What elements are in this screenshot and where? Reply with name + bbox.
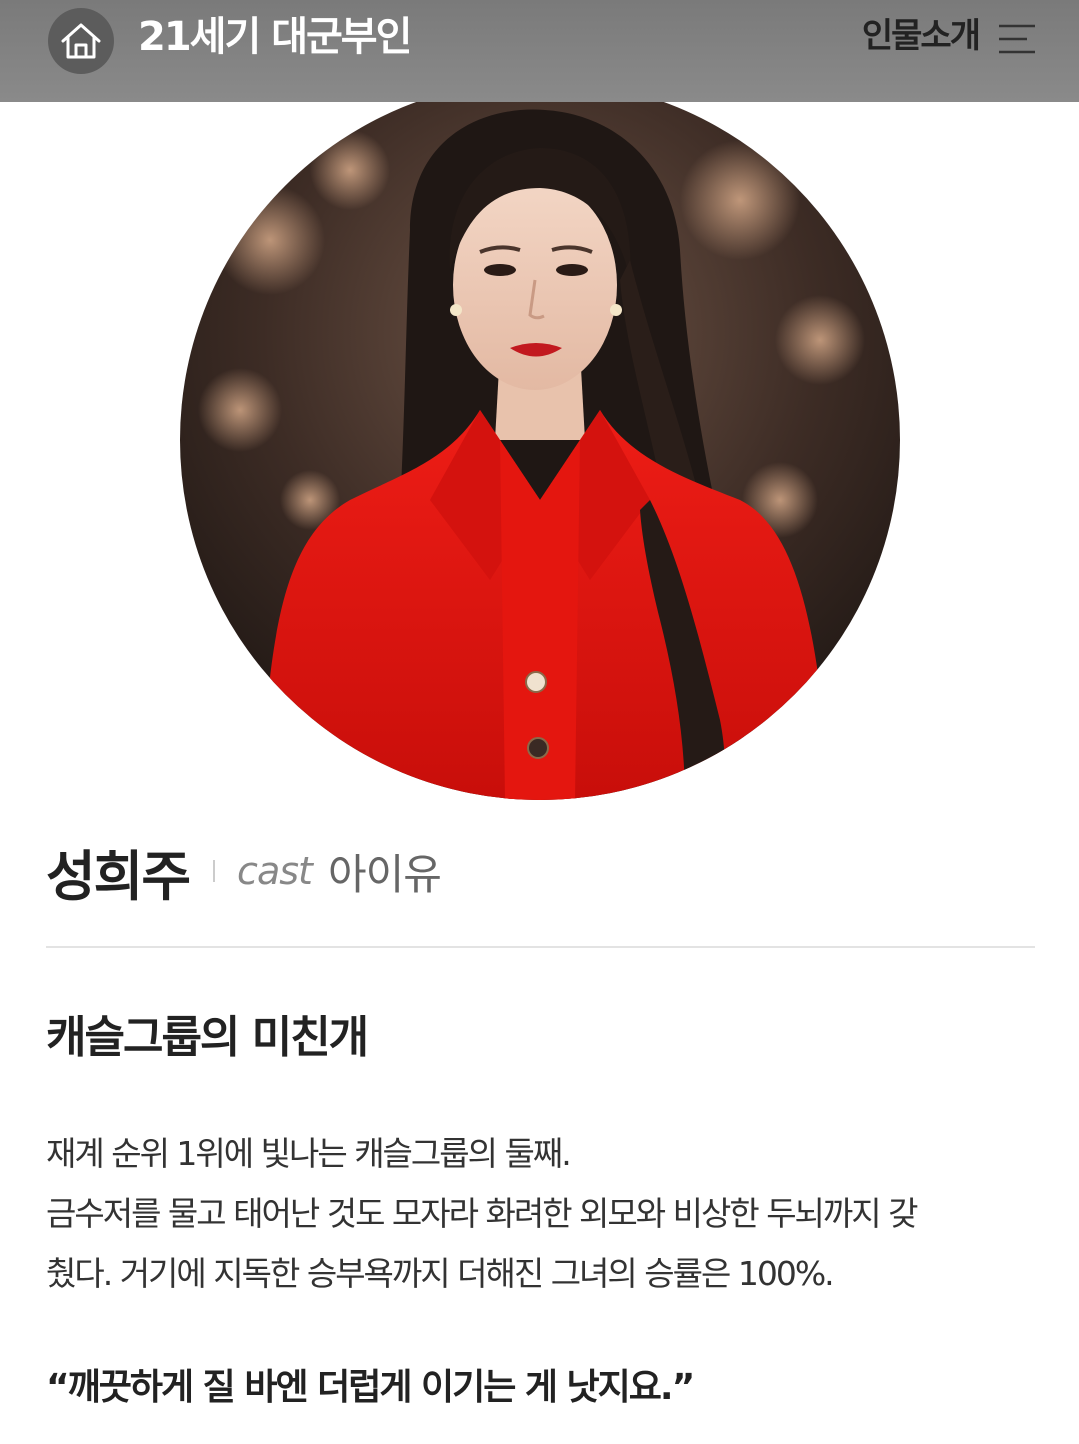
character-description: 재계 순위 1위에 빛나는 캐슬그룹의 둘째. 금수저를 물고 태어난 것도 모…	[46, 1124, 1036, 1304]
cast-label: cast	[237, 849, 313, 893]
menu-button[interactable]	[997, 20, 1037, 58]
character-quote: “깨끗하게 질 바엔 더럽게 이기는 게 낫지요.”	[46, 1367, 695, 1408]
name-divider	[213, 860, 216, 882]
character-portrait-photo	[180, 80, 900, 800]
character-name: 성희주	[46, 844, 191, 908]
hamburger-menu-icon	[999, 24, 1035, 54]
name-row: 성희주 cast 아이유	[46, 836, 442, 908]
home-button[interactable]	[48, 8, 114, 74]
section-label: 인물소개	[861, 16, 981, 56]
character-headline: 캐슬그룹의 미친개	[46, 1012, 369, 1063]
divider-line	[46, 946, 1035, 948]
actor-name: 아이유	[327, 849, 442, 899]
home-icon	[61, 23, 101, 59]
description-line: 췄다. 거기에 지독한 승부욕까지 더해진 그녀의 승률은 100%.	[46, 1254, 835, 1293]
top-header-bar: 21세기 대군부인 인물소개	[0, 0, 1079, 102]
description-line: 재계 순위 1위에 빛나는 캐슬그룹의 둘째.	[46, 1134, 572, 1173]
app-title[interactable]: 21세기 대군부인	[138, 12, 412, 62]
description-line: 금수저를 물고 태어난 것도 모자라 화려한 외모와 비상한 두뇌까지 갖	[46, 1194, 919, 1233]
